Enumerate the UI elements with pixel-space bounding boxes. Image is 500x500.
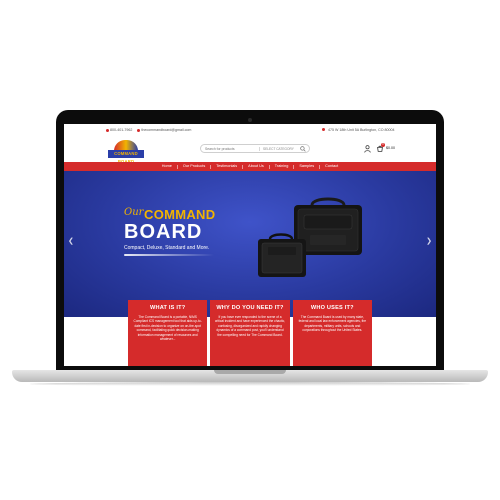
nav-divider bbox=[268, 164, 270, 169]
contact-info: 800-401-7962 thecommandboard@gmail.com bbox=[106, 128, 191, 132]
card-title: WHY DO YOU NEED IT? bbox=[216, 305, 284, 311]
laptop-mockup: 800-401-7962 thecommandboard@gmail.com 4… bbox=[0, 0, 500, 500]
email-icon bbox=[137, 128, 141, 132]
account-icon[interactable] bbox=[364, 145, 371, 153]
nav-divider bbox=[210, 164, 212, 169]
logo-text: COMMAND BOARD bbox=[108, 150, 144, 164]
cart-count-badge: 0 bbox=[381, 143, 385, 147]
card-text: The Command Board is used by many state,… bbox=[298, 315, 367, 333]
laptop-shadow bbox=[30, 382, 470, 386]
top-info-bar: 800-401-7962 thecommandboard@gmail.com 4… bbox=[64, 124, 436, 136]
phone-icon bbox=[106, 128, 109, 132]
card-title: WHAT IS IT? bbox=[149, 305, 186, 311]
hero-subtitle: Compact, Deluxe, Standard and More. bbox=[124, 245, 210, 251]
search-icon[interactable] bbox=[300, 146, 306, 152]
search-input[interactable] bbox=[201, 146, 259, 151]
laptop-hinge-notch bbox=[214, 370, 286, 374]
hero-banner: ❮ ❯ Our COMMAND BOARD Compact, Deluxe, S… bbox=[64, 171, 436, 317]
hero-board-text: BOARD bbox=[124, 221, 203, 243]
location-pin-icon bbox=[322, 128, 325, 131]
hero-brush-stroke bbox=[124, 254, 214, 256]
nav-our-products[interactable]: Our Products bbox=[183, 162, 205, 171]
email-text: thecommandboard@gmail.com bbox=[141, 128, 192, 132]
card-text: The Command Board is a portable, NIMS Co… bbox=[133, 315, 202, 342]
nav-training[interactable]: Training bbox=[275, 162, 289, 171]
nav-about-us[interactable]: About Us bbox=[248, 162, 264, 171]
hero-our-text: Our bbox=[124, 207, 144, 218]
nav-testimonials[interactable]: Testimonials bbox=[216, 162, 237, 171]
slider-prev-icon[interactable]: ❮ bbox=[68, 237, 74, 245]
info-cards: WHAT IS IT? The Command Board is a porta… bbox=[128, 300, 372, 366]
main-navigation: Home Our Products Testimonials About Us … bbox=[64, 162, 436, 171]
phone-link[interactable]: 800-401-7962 bbox=[106, 128, 132, 132]
site-header: COMMAND BOARD SELECT CATEGORY 0 $0.00 bbox=[64, 138, 436, 164]
card-why-need-it: WHY DO YOU NEED IT? If you have ever res… bbox=[210, 300, 290, 366]
nav-divider bbox=[293, 164, 295, 169]
nav-contact[interactable]: Contact bbox=[325, 162, 338, 171]
nav-divider bbox=[176, 164, 178, 169]
nav-samples[interactable]: Samples bbox=[299, 162, 314, 171]
category-select[interactable]: SELECT CATEGORY bbox=[259, 146, 297, 151]
email-link[interactable]: thecommandboard@gmail.com bbox=[137, 128, 191, 132]
phone-text: 800-401-7962 bbox=[110, 128, 133, 132]
site-logo[interactable]: COMMAND BOARD bbox=[108, 140, 144, 164]
nav-divider bbox=[319, 164, 321, 169]
card-title: WHO USES IT? bbox=[310, 305, 354, 311]
card-who-uses-it: WHO USES IT? The Command Board is used b… bbox=[292, 300, 372, 366]
address-info: 475 W 18th Unit 5A Burlington, CO 80004 bbox=[322, 128, 395, 132]
address-text: 475 W 18th Unit 5A Burlington, CO 80004 bbox=[328, 128, 395, 132]
slider-next-icon[interactable]: ❯ bbox=[426, 237, 432, 245]
product-search: SELECT CATEGORY bbox=[200, 144, 310, 153]
cart-total[interactable]: $0.00 bbox=[386, 146, 395, 150]
card-text: If you have ever responded to the scene … bbox=[214, 315, 286, 337]
hero-command-text: COMMAND bbox=[144, 207, 216, 222]
card-what-is-it: WHAT IS IT? The Command Board is a porta… bbox=[128, 300, 208, 366]
nav-home[interactable]: Home bbox=[162, 162, 172, 171]
binder-product-image bbox=[258, 233, 306, 277]
laptop-screen: 800-401-7962 thecommandboard@gmail.com 4… bbox=[64, 124, 436, 366]
webcam bbox=[248, 118, 252, 122]
nav-divider bbox=[242, 164, 244, 169]
